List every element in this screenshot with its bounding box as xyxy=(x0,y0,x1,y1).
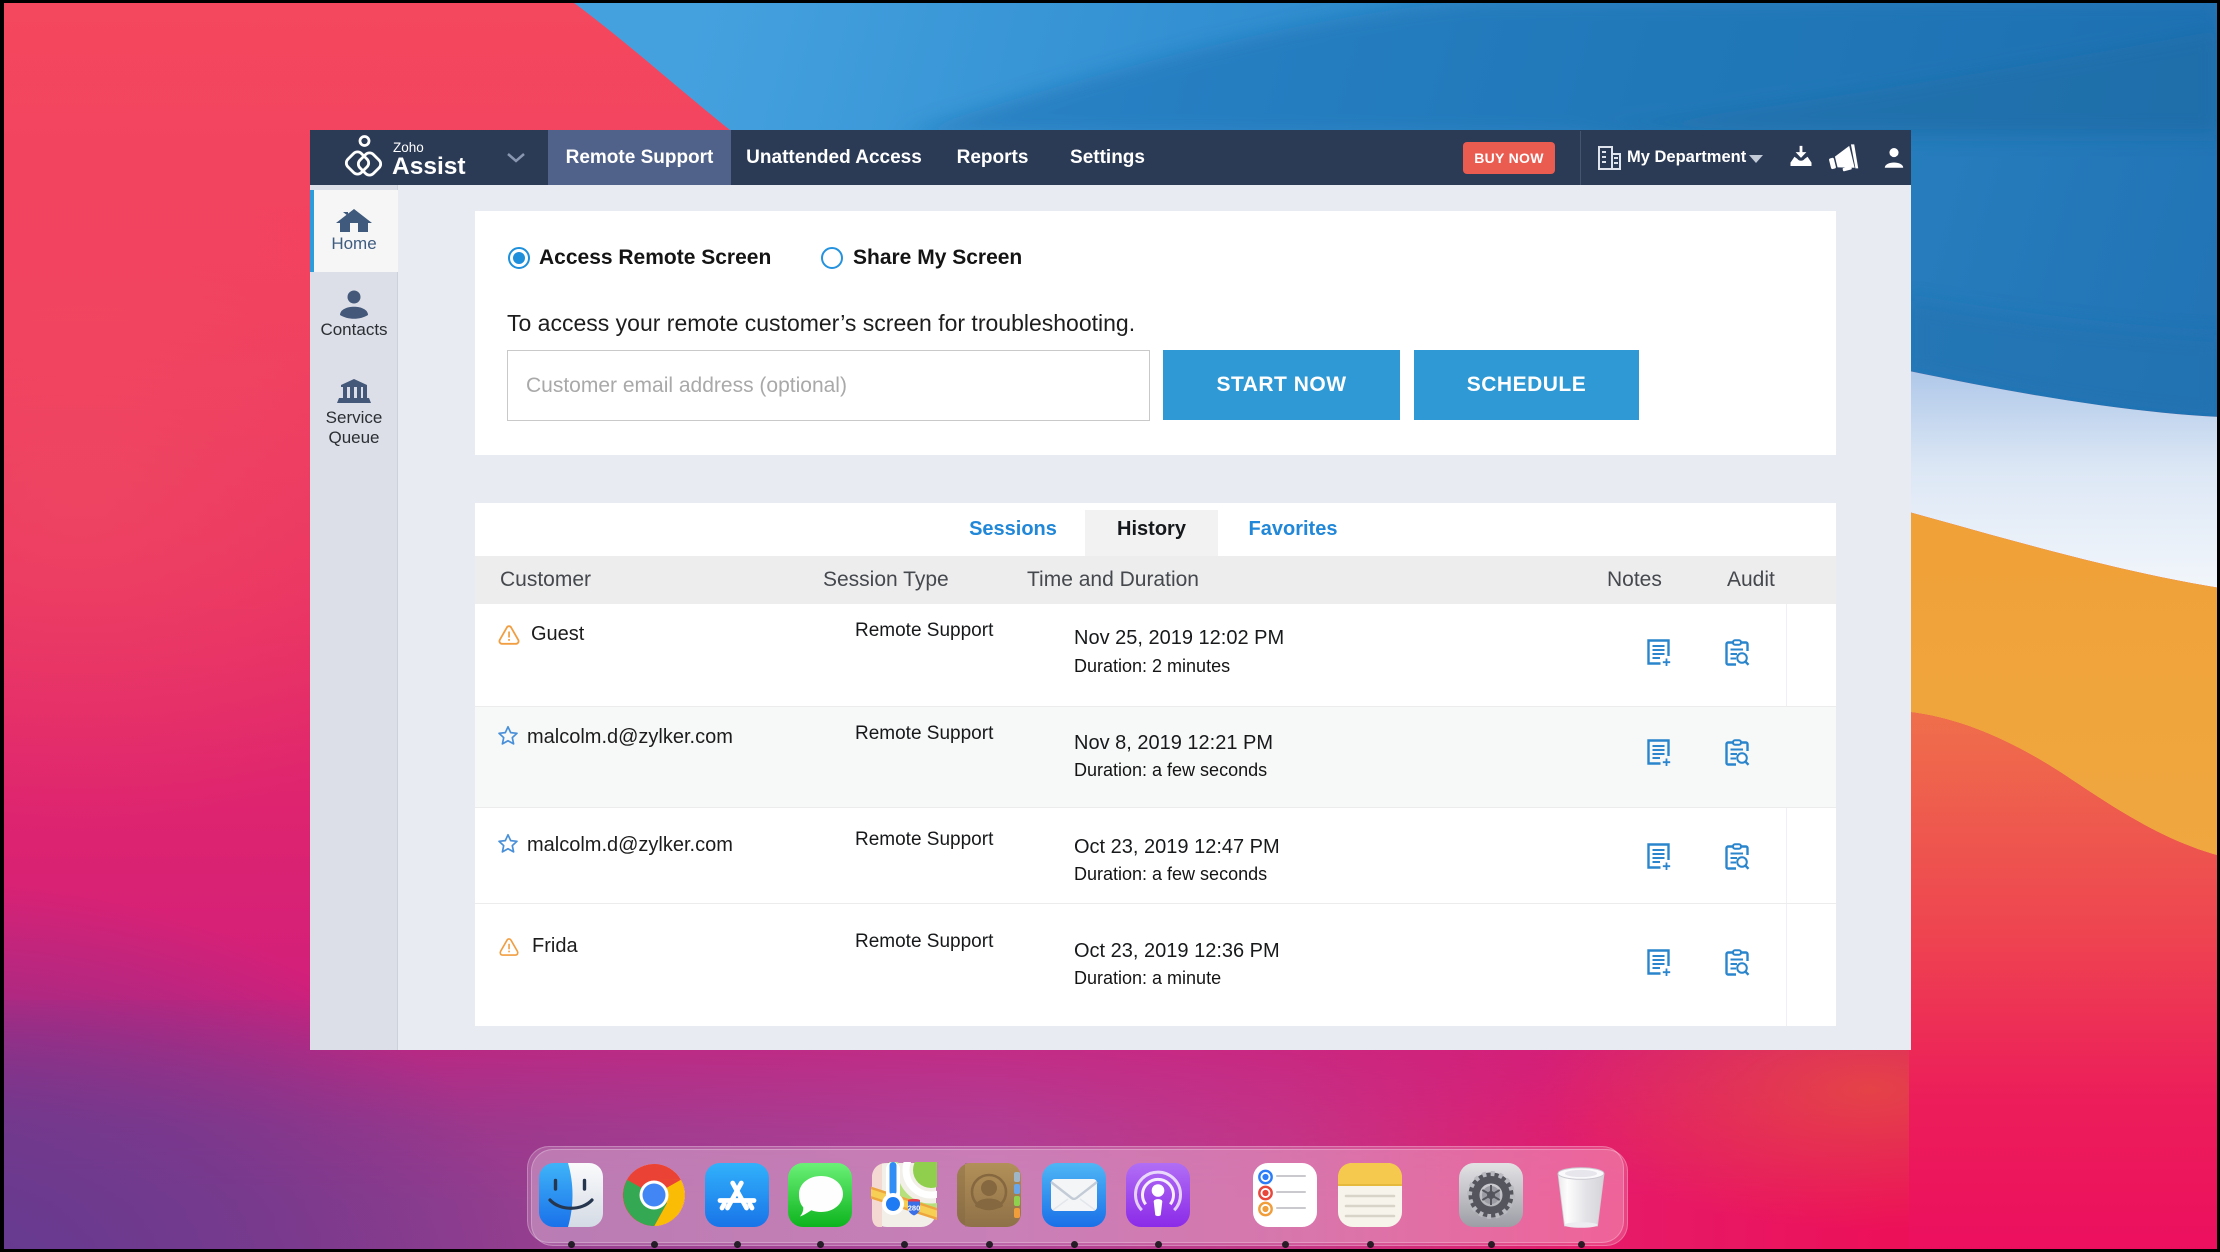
svg-text:280: 280 xyxy=(908,1204,921,1213)
svg-text:Assist: Assist xyxy=(392,153,466,180)
